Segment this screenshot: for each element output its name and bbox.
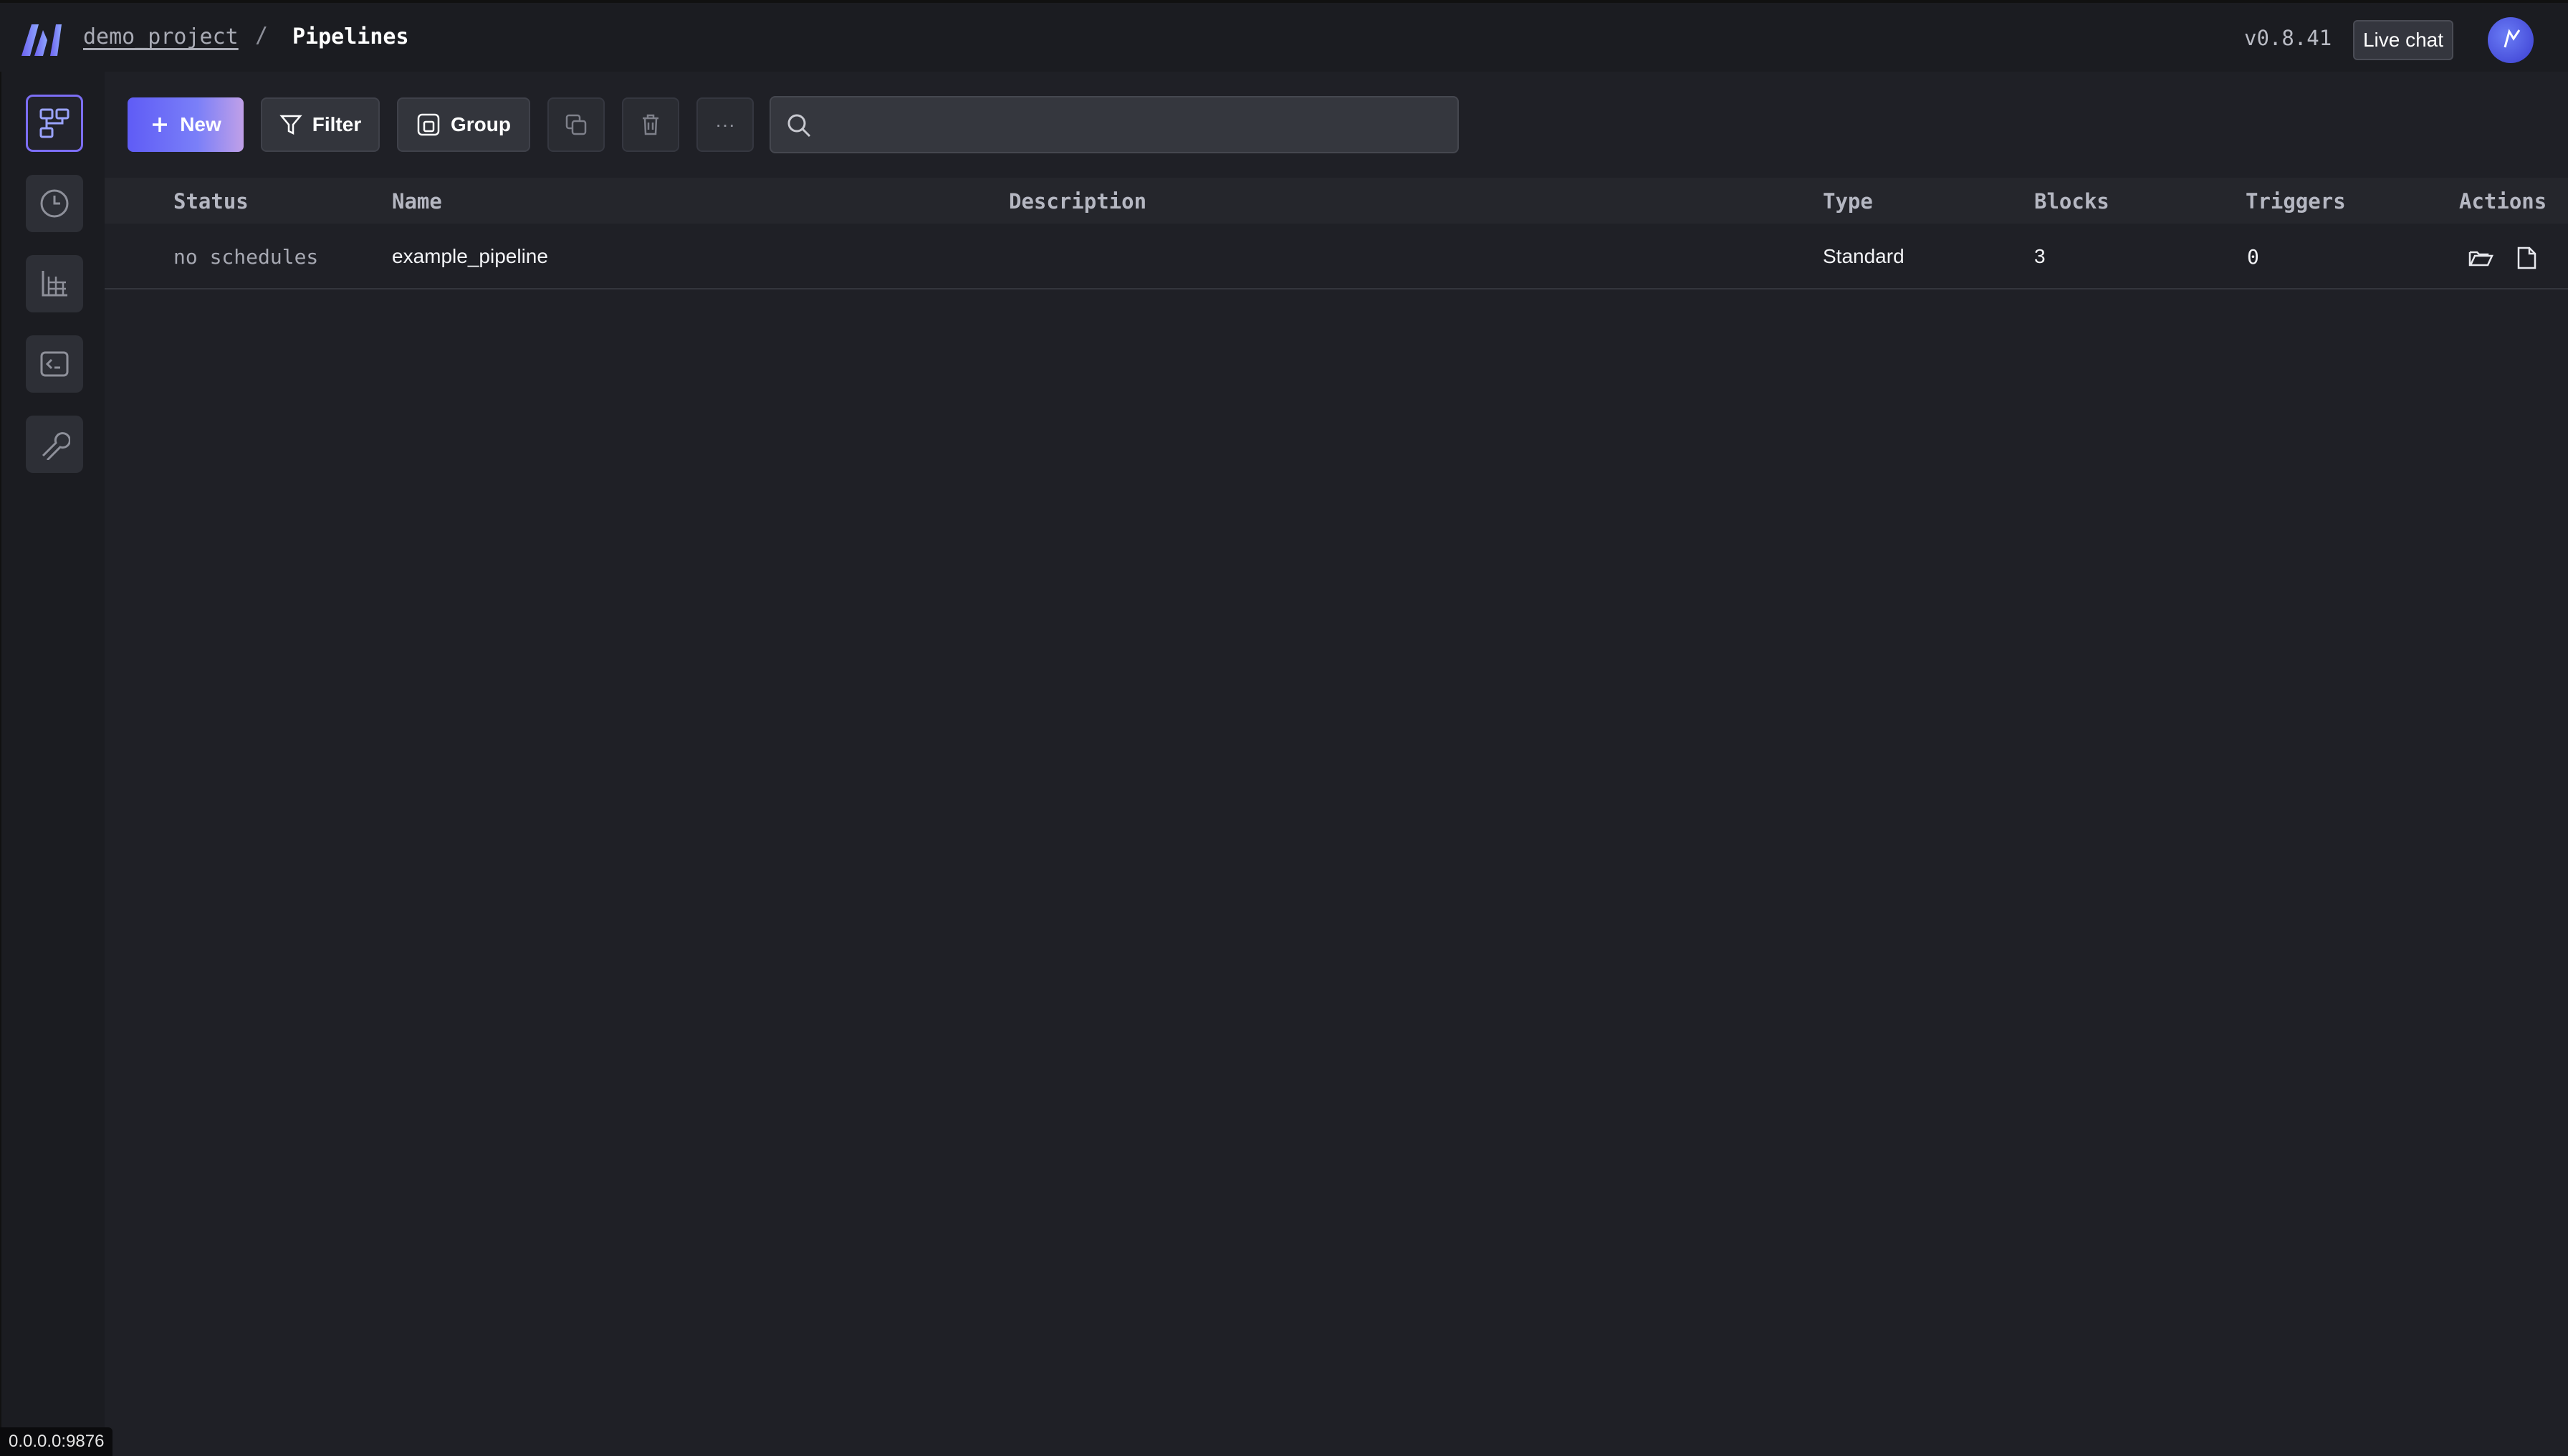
row-type: Standard — [1823, 245, 1905, 267]
column-header-status[interactable]: Status — [173, 189, 249, 214]
grid-chart-icon — [42, 271, 67, 297]
row-triggers: 0 — [2247, 245, 2259, 269]
wrench-icon — [42, 432, 70, 460]
filter-button-label: Filter — [312, 113, 362, 135]
table-row[interactable]: no schedules example_pipeline Standard 3… — [105, 224, 2568, 289]
live-chat-button[interactable]: Live chat — [2353, 20, 2453, 60]
search-icon — [787, 114, 811, 138]
search-bar[interactable] — [770, 96, 1459, 153]
filter-icon — [279, 115, 302, 135]
open-folder-icon[interactable] — [2468, 245, 2493, 271]
trash-icon — [643, 114, 658, 135]
page-title: Pipelines — [292, 24, 409, 49]
breadcrumb-project-link[interactable]: demo_project — [83, 24, 239, 49]
app-logo[interactable] — [21, 24, 62, 56]
row-blocks: 3 — [2034, 245, 2046, 267]
file-icon[interactable] — [2514, 245, 2539, 271]
filter-button[interactable]: Filter — [261, 97, 380, 152]
row-name[interactable]: example_pipeline — [392, 245, 548, 268]
sidebar-item-pipelines[interactable] — [26, 95, 83, 152]
column-header-actions: Actions — [2459, 189, 2547, 214]
column-header-triggers[interactable]: Triggers — [2246, 189, 2346, 214]
terminal-icon — [40, 351, 69, 377]
clock-icon — [40, 189, 69, 218]
new-button-label: New — [180, 113, 221, 135]
user-avatar[interactable] — [2488, 17, 2534, 63]
column-header-name[interactable]: Name — [392, 189, 442, 214]
column-header-description[interactable]: Description — [1009, 189, 1146, 214]
delete-button[interactable] — [622, 97, 679, 152]
left-sidebar — [0, 72, 105, 1456]
more-icon: ··· — [715, 113, 735, 135]
search-input[interactable] — [828, 97, 1447, 153]
breadcrumb-separator: / — [255, 23, 269, 48]
row-status: no schedules — [173, 245, 319, 269]
column-header-blocks[interactable]: Blocks — [2034, 189, 2109, 214]
pipelines-icon — [39, 108, 70, 138]
more-actions-button[interactable]: ··· — [696, 97, 754, 152]
sidebar-item-triggers[interactable] — [26, 175, 83, 232]
sidebar-item-settings[interactable] — [26, 416, 83, 473]
clone-button[interactable] — [547, 97, 605, 152]
copy-icon — [565, 114, 587, 135]
sidebar-item-terminal[interactable] — [26, 335, 83, 393]
top-header: demo_project / Pipelines v0.8.41 Live ch… — [0, 0, 2568, 72]
plus-icon — [153, 118, 168, 132]
group-icon — [417, 113, 440, 136]
sidebar-item-monitor[interactable] — [26, 255, 83, 312]
new-pipeline-button[interactable]: New — [128, 97, 244, 152]
avatar-icon — [2504, 29, 2521, 48]
main-content: New Filter Group ··· Status Name Descrip… — [105, 72, 2568, 1456]
group-button-label: Group — [451, 113, 511, 135]
column-header-type[interactable]: Type — [1823, 189, 1873, 214]
status-url-badge: 0.0.0.0:9876 — [0, 1427, 113, 1456]
group-button[interactable]: Group — [397, 97, 530, 152]
table-header: Status Name Description Type Blocks Trig… — [105, 178, 2568, 224]
version-label: v0.8.41 — [2244, 26, 2332, 50]
